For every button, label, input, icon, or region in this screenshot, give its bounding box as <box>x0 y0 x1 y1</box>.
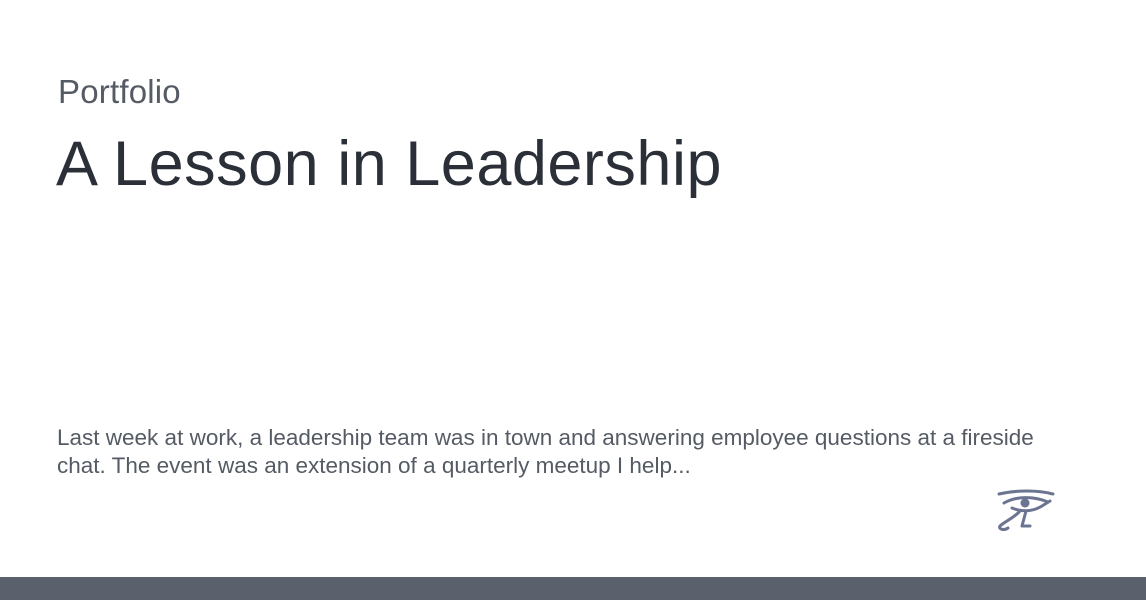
link-preview-card: Portfolio A Lesson in Leadership Last we… <box>0 0 1146 577</box>
post-title: A Lesson in Leadership <box>56 129 722 199</box>
eye-of-horus-icon <box>997 489 1055 531</box>
site-label: Portfolio <box>58 73 181 110</box>
post-excerpt: Last week at work, a leadership team was… <box>57 425 1034 478</box>
footer-bar <box>0 577 1146 600</box>
